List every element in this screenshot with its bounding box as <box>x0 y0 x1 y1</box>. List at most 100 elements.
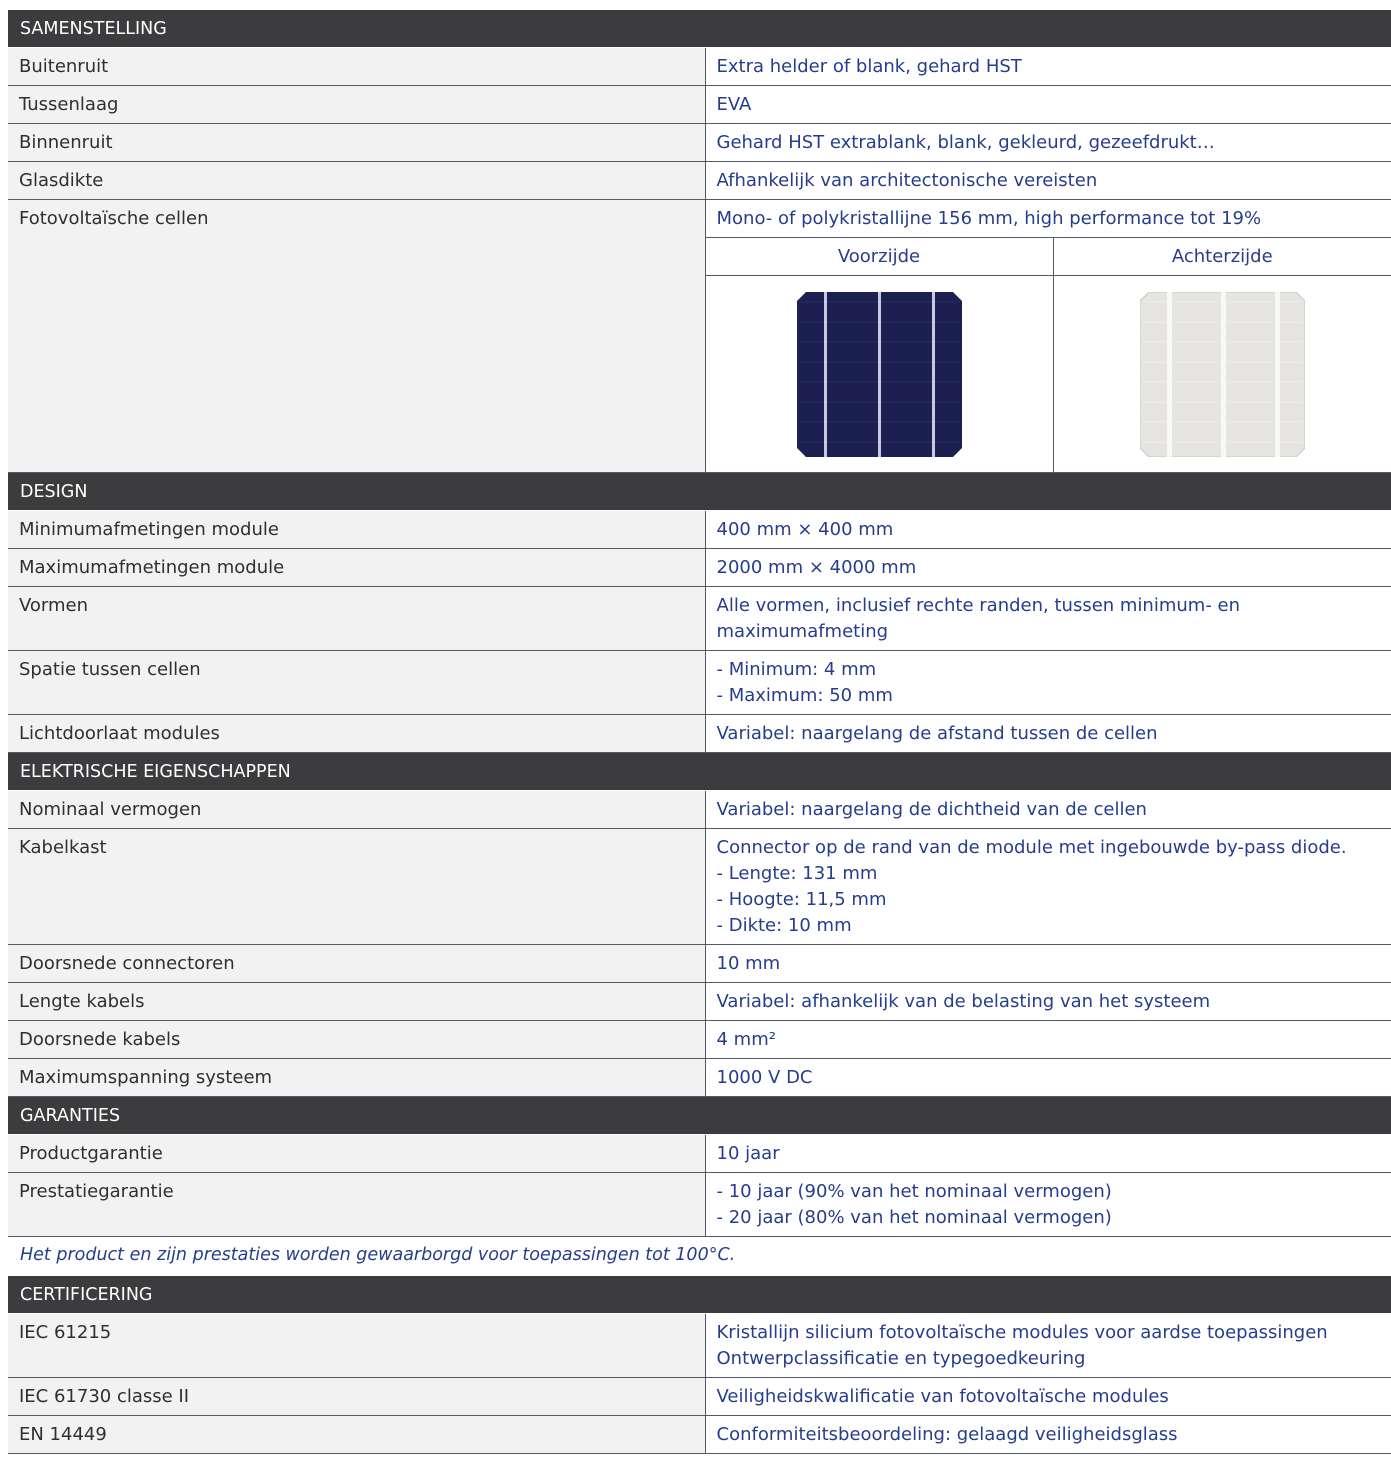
spec-label: Tussenlaag <box>8 85 705 124</box>
spec-row-productgarantie: Productgarantie 10 jaar <box>8 1134 1391 1173</box>
spec-value: Mono- of polykristallijne 156 mm, high p… <box>704 199 1391 238</box>
spec-value-line: 2000 mm × 4000 mm <box>716 557 917 578</box>
spec-value-line: Gehard HST extrablank, blank, gekleurd, … <box>716 132 1215 153</box>
spec-row-minimumafmetingen-module: Minimumafmetingen module 400 mm × 400 mm <box>8 510 1391 549</box>
spec-label: Nominaal vermogen <box>8 790 705 829</box>
spec-value: EVA <box>704 85 1391 124</box>
spec-value: Extra helder of blank, gehard HST <box>704 47 1391 86</box>
section-header-elektrische-eigenschappen: ELEKTRISCHE EIGENSCHAPPEN <box>8 752 1391 791</box>
spec-label: Vormen <box>8 586 705 651</box>
spec-value: Variabel: naargelang de afstand tussen d… <box>704 714 1391 753</box>
spec-value: - 10 jaar (90% van het nominaal vermogen… <box>704 1172 1391 1237</box>
spec-value-line: Mono- of polykristallijne 156 mm, high p… <box>716 208 1262 229</box>
spec-row-kabelkast: Kabelkast Connector op de rand van de mod… <box>8 828 1391 945</box>
spec-row-vormen: Vormen Alle vormen, inclusief rechte rand… <box>8 586 1391 651</box>
spec-row-lengte-kabels: Lengte kabels Variabel: afhankelijk van d… <box>8 982 1391 1021</box>
spec-value-line: Veiligheidskwalificatie van fotovoltaïsc… <box>716 1386 1169 1407</box>
spec-value: Afhankelijk van architectonische vereist… <box>704 161 1391 200</box>
spec-value-line: Variabel: afhankelijk van de belasting v… <box>716 991 1211 1012</box>
spec-value: Conformiteitsbeoordeling: gelaagd veilig… <box>704 1415 1391 1454</box>
spec-label: Binnenruit <box>8 123 705 162</box>
spec-value: Variabel: afhankelijk van de belasting v… <box>704 982 1391 1021</box>
spec-label: Doorsnede kabels <box>8 1020 705 1059</box>
spec-row-iec-61730-classe-ii: IEC 61730 classe II Veiligheidskwalificat… <box>8 1377 1391 1416</box>
spec-label: Prestatiegarantie <box>8 1172 705 1237</box>
front-side-label: Voorzijde <box>704 237 1053 276</box>
spec-value-line: Extra helder of blank, gehard HST <box>716 56 1022 77</box>
spec-row-doorsnede-connectoren: Doorsnede connectoren 10 mm <box>8 944 1391 983</box>
spec-label: IEC 61730 classe II <box>8 1377 705 1416</box>
spec-label: Productgarantie <box>8 1134 705 1173</box>
spec-value: Variabel: naargelang de dichtheid van de… <box>704 790 1391 829</box>
spec-value-line: - Minimum: 4 mm <box>716 659 877 680</box>
spec-value-line: Variabel: naargelang de afstand tussen d… <box>716 723 1158 744</box>
section-title: DESIGN <box>8 472 1391 511</box>
spec-value-line: EVA <box>716 94 752 115</box>
spec-label: Glasdikte <box>8 161 705 200</box>
spec-value: 1000 V DC <box>704 1058 1391 1097</box>
spec-value: 10 mm <box>704 944 1391 983</box>
spec-value-line: Alle vormen, inclusief rechte randen, tu… <box>716 595 1241 616</box>
section-title: CERTIFICERING <box>8 1276 1391 1314</box>
spec-row-en-14449: EN 14449 Conformiteitsbeoordeling: gelaag… <box>8 1415 1391 1454</box>
spec-row-buitenruit: Buitenruit Extra helder of blank, gehard … <box>8 47 1391 86</box>
spec-row-doorsnede-kabels: Doorsnede kabels 4 mm² <box>8 1020 1391 1059</box>
spec-row-prestatiegarantie: Prestatiegarantie - 10 jaar (90% van het … <box>8 1172 1391 1237</box>
spec-row-binnenruit: Binnenruit Gehard HST extrablank, blank, … <box>8 123 1391 162</box>
spec-value-line: 10 mm <box>716 953 781 974</box>
spec-sheet: SAMENSTELLING Buitenruit Extra helder of b… <box>8 10 1391 1454</box>
spec-value: Veiligheidskwalificatie van fotovoltaïsc… <box>704 1377 1391 1416</box>
spec-value-line: - 10 jaar (90% van het nominaal vermogen… <box>716 1181 1112 1202</box>
spec-value-line: Connector op de rand van de module met i… <box>716 837 1347 858</box>
spec-row-tussenlaag: Tussenlaag EVA <box>8 85 1391 124</box>
section-header-garanties: GARANTIES <box>8 1096 1391 1135</box>
section-title: SAMENSTELLING <box>8 10 1391 48</box>
spec-label: Maximumspanning systeem <box>8 1058 705 1097</box>
spec-label: Spatie tussen cellen <box>8 650 705 715</box>
spec-row-iec-61215: IEC 61215 Kristallijn silicium fotovoltaï… <box>8 1313 1391 1378</box>
spec-value: Gehard HST extrablank, blank, gekleurd, … <box>704 123 1391 162</box>
spec-value: Connector op de rand van de module met i… <box>704 828 1391 945</box>
spec-row-lichtdoorlaat-modules: Lichtdoorlaat modules Variabel: naargelan… <box>8 714 1391 753</box>
solar-cell-front-image <box>796 291 962 457</box>
spec-table: SAMENSTELLING Buitenruit Extra helder of b… <box>8 10 1391 1237</box>
spec-value-line: Variabel: naargelang de dichtheid van de… <box>716 799 1147 820</box>
spec-value-line: - Maximum: 50 mm <box>716 685 893 706</box>
spec-row-fotovoltaische-cellen: Fotovoltaïsche cellen Mono- of polykrista… <box>8 199 1391 473</box>
spec-value-line: Ontwerpclassificatie en typegoedkeuring <box>716 1348 1086 1369</box>
spec-row-maximumspanning-systeem: Maximumspanning systeem 1000 V DC <box>8 1058 1391 1097</box>
spec-label: Minimumafmetingen module <box>8 510 705 549</box>
spec-label: Kabelkast <box>8 828 705 945</box>
spec-value: 4 mm² <box>704 1020 1391 1059</box>
spec-label: Lengte kabels <box>8 982 705 1021</box>
spec-value: 400 mm × 400 mm <box>704 510 1391 549</box>
section-title: ELEKTRISCHE EIGENSCHAPPEN <box>8 752 1391 791</box>
temperature-note: Het product en zijn prestaties worden ge… <box>20 1245 736 1265</box>
back-cell-picture <box>1052 275 1391 473</box>
spec-table-certification: CERTIFICERING IEC 61215 Kristallijn silici… <box>8 1276 1391 1454</box>
spec-label: Fotovoltaïsche cellen <box>8 199 705 473</box>
spec-value-line: Kristallijn silicium fotovoltaïsche modu… <box>716 1322 1328 1343</box>
spec-row-nominaal-vermogen: Nominaal vermogen Variabel: naargelang de… <box>8 790 1391 829</box>
section-title: GARANTIES <box>8 1096 1391 1135</box>
spec-label: EN 14449 <box>8 1415 705 1454</box>
section-header-samenstelling: SAMENSTELLING <box>8 10 1391 48</box>
solar-cell-back-image <box>1139 291 1306 457</box>
spec-label: Buitenruit <box>8 47 705 86</box>
spec-value: 10 jaar <box>704 1134 1391 1173</box>
front-cell-picture <box>704 275 1053 473</box>
spec-value-line: Conformiteitsbeoordeling: gelaagd veilig… <box>716 1424 1178 1445</box>
spec-value-line: - Dikte: 10 mm <box>716 915 852 936</box>
spec-label: IEC 61215 <box>8 1313 705 1378</box>
spec-value-line: - Lengte: 131 mm <box>716 863 878 884</box>
spec-value: Alle vormen, inclusief rechte randen, tu… <box>704 586 1391 651</box>
spec-value: Kristallijn silicium fotovoltaïsche modu… <box>704 1313 1391 1378</box>
spec-value-line: maximumafmeting <box>716 621 889 642</box>
spec-value-line: 400 mm × 400 mm <box>716 519 894 540</box>
spec-value: 2000 mm × 4000 mm <box>704 548 1391 587</box>
section-header-design: DESIGN <box>8 472 1391 511</box>
spec-row-spatie-tussen-cellen: Spatie tussen cellen - Minimum: 4 mm - Max… <box>8 650 1391 715</box>
spec-label: Doorsnede connectoren <box>8 944 705 983</box>
spec-value-line: - 20 jaar (80% van het nominaal vermogen… <box>716 1207 1112 1228</box>
back-side-label: Achterzijde <box>1052 237 1391 276</box>
